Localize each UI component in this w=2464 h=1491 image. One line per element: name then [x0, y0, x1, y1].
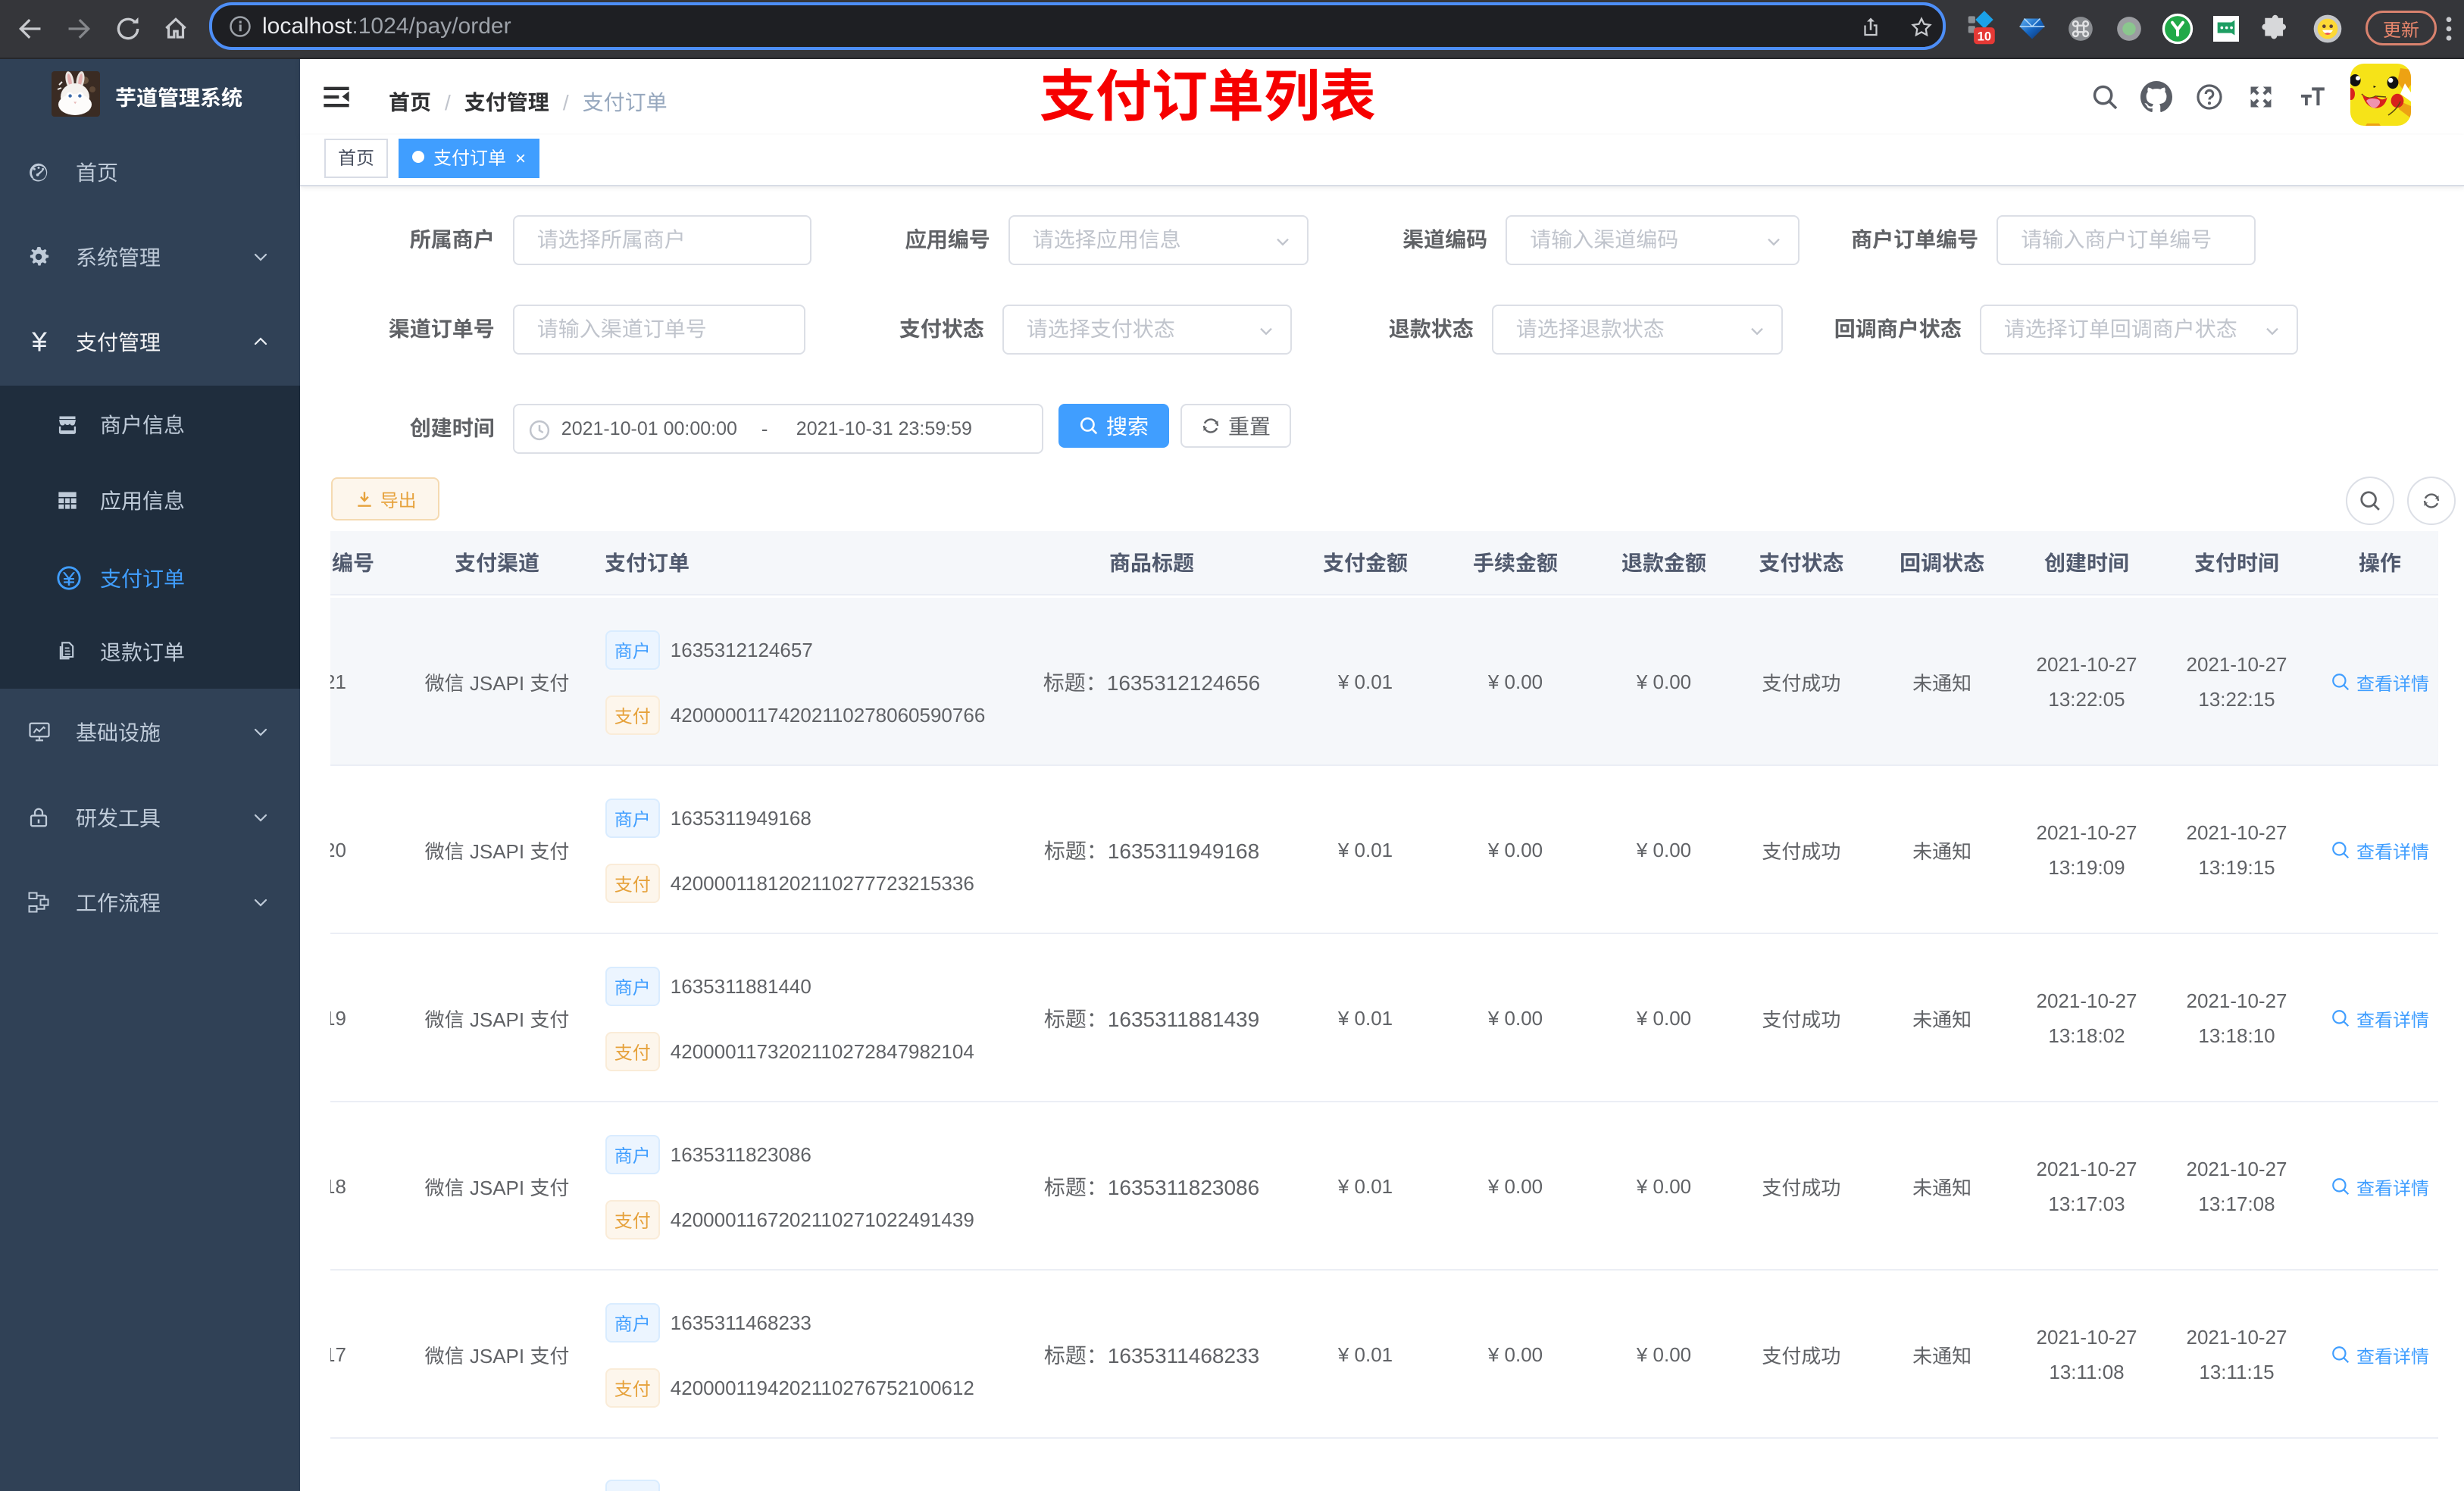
svg-text:10: 10 [1978, 30, 1991, 44]
